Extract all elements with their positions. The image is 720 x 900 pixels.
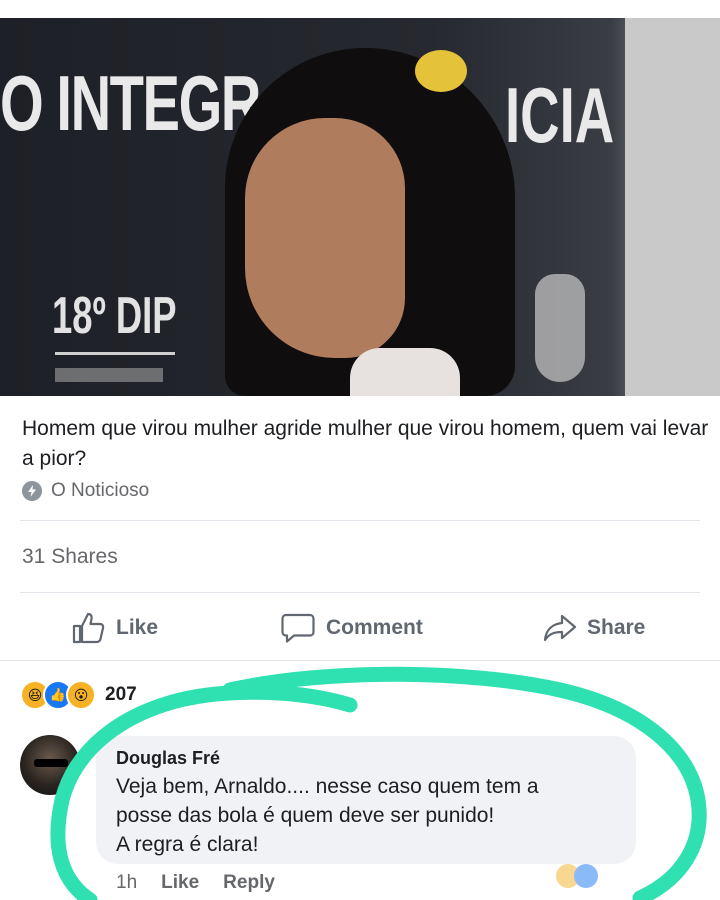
reactions-summary[interactable]: 😆 👍 😮 207 — [20, 680, 137, 710]
avatar[interactable] — [20, 735, 80, 795]
post-link-title[interactable]: Homem que virou mulher agride mulher que… — [22, 414, 712, 474]
thumbs-up-icon — [72, 612, 105, 644]
photo-person-face — [245, 118, 405, 358]
post-source[interactable]: O Noticioso — [22, 480, 149, 502]
comment-meta: 1h Like Reply — [116, 872, 275, 894]
photo-person — [225, 48, 525, 396]
divider — [20, 592, 700, 593]
photo-police-badge — [535, 274, 585, 382]
wow-reaction-icon: 😮 — [66, 680, 96, 710]
like-button[interactable]: Like — [72, 603, 158, 653]
comment-author[interactable]: Douglas Fré — [116, 748, 220, 769]
like-button-label: Like — [116, 616, 159, 639]
comment-text: Veja bem, Arnaldo.... nesse caso quem te… — [116, 775, 539, 856]
comment-button[interactable]: Comment — [280, 603, 423, 653]
divider — [20, 520, 700, 521]
divider — [0, 660, 720, 661]
photo-background-wall — [625, 18, 720, 396]
post-action-bar: Like Comment Share — [0, 603, 720, 653]
photo-dip-sign: 18º DIP — [52, 287, 177, 345]
comment-time[interactable]: 1h — [116, 872, 137, 894]
comment-like-link[interactable]: Like — [161, 872, 199, 894]
post-source-name: O Noticioso — [51, 480, 150, 501]
share-button-label: Share — [587, 616, 646, 639]
comment-reply-link[interactable]: Reply — [223, 872, 275, 894]
lightning-icon — [22, 481, 42, 501]
shares-count[interactable]: 31 Shares — [22, 545, 118, 569]
share-arrow-icon — [543, 614, 577, 642]
photo-sign-subtext — [55, 368, 163, 382]
photo-sign-text: O INTEGR — [0, 59, 261, 147]
reaction-count: 207 — [105, 684, 137, 705]
photo-person-shoulder — [350, 348, 460, 396]
post-photo[interactable]: O INTEGR ICIA 18º DIP — [0, 18, 720, 396]
photo-hair-tie — [415, 50, 467, 92]
avatar-sunglasses — [34, 759, 68, 767]
speech-bubble-icon — [281, 613, 315, 643]
photo-sign-underline — [55, 352, 175, 355]
comment-reactions[interactable] — [556, 864, 636, 890]
comment-button-label: Comment — [326, 616, 423, 639]
comment-reaction-icon — [574, 864, 598, 888]
share-button[interactable]: Share — [543, 603, 645, 653]
